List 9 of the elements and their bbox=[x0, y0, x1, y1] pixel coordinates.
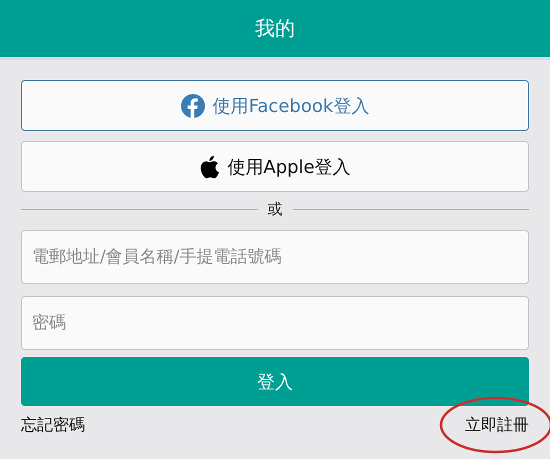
password-field[interactable]: 密碼 bbox=[21, 296, 529, 350]
forgot-password-link[interactable]: 忘記密碼 bbox=[21, 415, 85, 436]
apple-icon bbox=[199, 154, 220, 178]
facebook-icon bbox=[180, 94, 205, 118]
apple-login-button[interactable]: 使用Apple登入 bbox=[21, 141, 529, 192]
facebook-login-button[interactable]: 使用Facebook登入 bbox=[21, 80, 529, 131]
divider-label: 或 bbox=[268, 200, 282, 218]
page-title: 我的 bbox=[255, 15, 295, 42]
account-field[interactable]: 電郵地址/會員名稱/手提電話號碼 bbox=[21, 230, 529, 284]
